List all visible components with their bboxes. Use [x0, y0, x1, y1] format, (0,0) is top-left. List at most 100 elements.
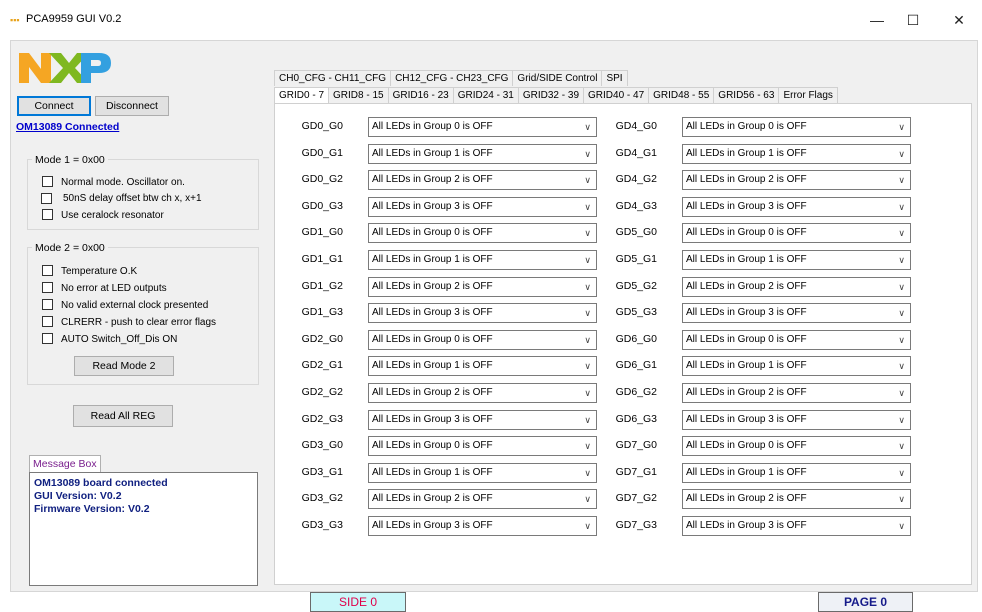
checkbox-icon[interactable]: [42, 333, 53, 344]
chevron-down-icon[interactable]: ∨: [584, 331, 591, 349]
chevron-down-icon[interactable]: ∨: [584, 384, 591, 402]
chevron-down-icon[interactable]: ∨: [898, 171, 905, 189]
mode1-option-ceralock[interactable]: Use ceralock resonator: [42, 209, 164, 221]
chevron-down-icon[interactable]: ∨: [584, 517, 591, 535]
tab-error-flags[interactable]: Error Flags: [778, 87, 838, 103]
grid-group-select[interactable]: All LEDs in Group 3 is OFF ∨: [682, 303, 911, 324]
chevron-down-icon[interactable]: ∨: [898, 437, 905, 455]
checkbox-icon[interactable]: [42, 265, 53, 276]
chevron-down-icon[interactable]: ∨: [584, 171, 591, 189]
minimize-button[interactable]: —: [862, 8, 892, 32]
grid-group-select[interactable]: All LEDs in Group 0 is OFF ∨: [368, 329, 597, 350]
chevron-down-icon[interactable]: ∨: [898, 304, 905, 322]
tab-grid56-63[interactable]: GRID56 - 63: [713, 87, 780, 103]
chevron-down-icon[interactable]: ∨: [898, 198, 905, 216]
chevron-down-icon[interactable]: ∨: [584, 411, 591, 429]
chevron-down-icon[interactable]: ∨: [584, 464, 591, 482]
tab-grid-side-control[interactable]: Grid/SIDE Control: [512, 70, 603, 86]
mode2-option-temperature[interactable]: Temperature O.K: [42, 265, 137, 277]
grid-group-select[interactable]: All LEDs in Group 1 is OFF ∨: [368, 462, 597, 483]
mode2-option-clock[interactable]: No valid external clock presented: [42, 299, 208, 311]
grid-group-select[interactable]: All LEDs in Group 2 is OFF ∨: [368, 383, 597, 403]
tab-grid8-15[interactable]: GRID8 - 15: [328, 87, 389, 103]
grid-group-select[interactable]: All LEDs in Group 2 is OFF ∨: [682, 170, 911, 191]
chevron-down-icon[interactable]: ∨: [898, 145, 905, 163]
chevron-down-icon[interactable]: ∨: [898, 357, 905, 375]
chevron-down-icon[interactable]: ∨: [898, 331, 905, 349]
mode1-option-delay[interactable]: 50nS delay offset btw ch x, x+1: [42, 193, 202, 204]
grid-group-select[interactable]: All LEDs in Group 3 is OFF ∨: [368, 516, 597, 536]
checkbox-icon[interactable]: [42, 282, 53, 293]
grid-group-select[interactable]: All LEDs in Group 1 is OFF ∨: [682, 462, 911, 483]
tab-grid48-55[interactable]: GRID48 - 55: [648, 87, 715, 103]
chevron-down-icon[interactable]: ∨: [898, 224, 905, 242]
grid-group-select[interactable]: All LEDs in Group 3 is OFF ∨: [368, 409, 597, 430]
maximize-button[interactable]: ☐: [898, 8, 928, 32]
read-all-reg-button[interactable]: Read All REG: [73, 405, 173, 427]
disconnect-button[interactable]: Disconnect: [95, 96, 169, 116]
grid-group-select[interactable]: All LEDs in Group 1 is OFF ∨: [368, 356, 597, 377]
grid-group-select[interactable]: All LEDs in Group 3 is OFF ∨: [368, 196, 597, 217]
chevron-down-icon[interactable]: ∨: [898, 384, 905, 402]
chevron-down-icon[interactable]: ∨: [584, 490, 591, 508]
grid-group-select[interactable]: All LEDs in Group 2 is OFF ∨: [682, 489, 911, 510]
grid-group-select[interactable]: All LEDs in Group 3 is OFF ∨: [368, 303, 597, 324]
checkbox-icon[interactable]: [42, 299, 53, 310]
tab-grid40-47[interactable]: GRID40 - 47: [583, 87, 650, 103]
grid-group-select[interactable]: All LEDs in Group 1 is OFF ∨: [682, 250, 911, 270]
close-button[interactable]: ✕: [944, 8, 974, 32]
mode2-option-auto-switch[interactable]: AUTO Switch_Off_Dis ON: [42, 333, 177, 345]
grid-group-select[interactable]: All LEDs in Group 0 is OFF ∨: [682, 223, 911, 244]
tab-grid0-7[interactable]: GRID0 - 7: [274, 87, 330, 103]
grid-group-select[interactable]: All LEDs in Group 0 is OFF ∨: [682, 329, 911, 350]
chevron-down-icon[interactable]: ∨: [898, 251, 905, 269]
checkbox-icon[interactable]: [42, 176, 53, 187]
tab-ch0-ch11-cfg[interactable]: CH0_CFG - CH11_CFG: [274, 70, 392, 86]
grid-group-select[interactable]: All LEDs in Group 3 is OFF ∨: [682, 196, 911, 217]
mode2-option-led-error[interactable]: No error at LED outputs: [42, 282, 167, 294]
grid-group-select[interactable]: All LEDs in Group 1 is OFF ∨: [682, 356, 911, 377]
chevron-down-icon[interactable]: ∨: [898, 118, 905, 136]
chevron-down-icon[interactable]: ∨: [584, 118, 591, 136]
grid-group-select[interactable]: All LEDs in Group 2 is OFF ∨: [368, 276, 597, 297]
tab-grid24-31[interactable]: GRID24 - 31: [452, 87, 519, 103]
tab-grid32-39[interactable]: GRID32 - 39: [517, 87, 585, 103]
chevron-down-icon[interactable]: ∨: [584, 198, 591, 216]
grid-group-select[interactable]: All LEDs in Group 0 is OFF ∨: [368, 223, 597, 244]
grid-group-select[interactable]: All LEDs in Group 0 is OFF ∨: [368, 436, 597, 457]
grid-group-select[interactable]: All LEDs in Group 1 is OFF ∨: [368, 143, 597, 164]
grid-group-select[interactable]: All LEDs in Group 1 is OFF ∨: [682, 143, 911, 164]
chevron-down-icon[interactable]: ∨: [898, 490, 905, 508]
chevron-down-icon[interactable]: ∨: [584, 145, 591, 163]
grid-group-select[interactable]: All LEDs in Group 1 is OFF ∨: [368, 250, 597, 270]
chevron-down-icon[interactable]: ∨: [584, 437, 591, 455]
grid-group-select[interactable]: All LEDs in Group 3 is OFF ∨: [682, 409, 911, 430]
read-mode2-button[interactable]: Read Mode 2: [74, 356, 174, 376]
chevron-down-icon[interactable]: ∨: [584, 278, 591, 296]
tab-ch12-ch23-cfg[interactable]: CH12_CFG - CH23_CFG: [390, 70, 514, 86]
mode2-option-clrerr[interactable]: CLRERR - push to clear error flags: [42, 316, 216, 328]
checkbox-icon[interactable]: [42, 209, 53, 220]
mode1-option-normal[interactable]: Normal mode. Oscillator on.: [42, 176, 185, 188]
grid-group-select[interactable]: All LEDs in Group 3 is OFF ∨: [682, 516, 911, 536]
chevron-down-icon[interactable]: ∨: [898, 278, 905, 296]
tab-grid16-23[interactable]: GRID16 - 23: [387, 87, 454, 103]
connection-status[interactable]: OM13089 Connected: [16, 121, 119, 133]
grid-group-select[interactable]: All LEDs in Group 0 is OFF ∨: [682, 436, 911, 457]
grid-group-select[interactable]: All LEDs in Group 2 is OFF ∨: [682, 276, 911, 297]
chevron-down-icon[interactable]: ∨: [584, 304, 591, 322]
chevron-down-icon[interactable]: ∨: [898, 411, 905, 429]
chevron-down-icon[interactable]: ∨: [584, 251, 591, 269]
grid-group-select[interactable]: All LEDs in Group 2 is OFF ∨: [368, 170, 597, 191]
chevron-down-icon[interactable]: ∨: [584, 224, 591, 242]
chevron-down-icon[interactable]: ∨: [898, 517, 905, 535]
checkbox-icon[interactable]: [41, 193, 52, 204]
grid-group-select[interactable]: All LEDs in Group 2 is OFF ∨: [368, 489, 597, 510]
connect-button[interactable]: Connect: [17, 96, 91, 116]
checkbox-icon[interactable]: [42, 316, 53, 327]
grid-group-select[interactable]: All LEDs in Group 2 is OFF ∨: [682, 383, 911, 403]
chevron-down-icon[interactable]: ∨: [584, 357, 591, 375]
grid-group-select[interactable]: All LEDs in Group 0 is OFF ∨: [682, 117, 911, 137]
chevron-down-icon[interactable]: ∨: [898, 464, 905, 482]
tab-spi[interactable]: SPI: [601, 70, 628, 86]
